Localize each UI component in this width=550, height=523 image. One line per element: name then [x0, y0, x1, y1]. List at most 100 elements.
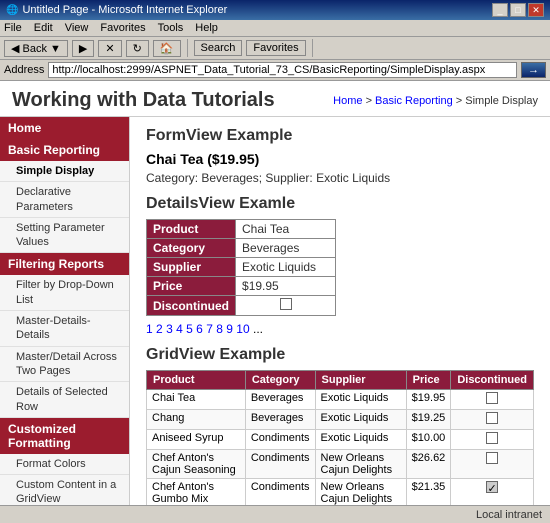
sidebar-item-setting-parameter-values[interactable]: Setting Parameter Values	[0, 218, 129, 254]
details-label-product: Product	[147, 220, 236, 239]
go-button[interactable]: →	[521, 62, 546, 78]
page-4[interactable]: 4	[176, 322, 183, 336]
sidebar-item-declarative-parameters[interactable]: Declarative Parameters	[0, 182, 129, 218]
sidebar-section-basic-reporting[interactable]: Basic Reporting	[0, 139, 129, 161]
page-1[interactable]: 1	[146, 322, 153, 336]
table-row: Price $19.95	[147, 277, 336, 296]
grid-cell-price: $19.95	[406, 390, 451, 410]
grid-cell-discontinued: ✓	[451, 479, 534, 506]
details-value-supplier: Exotic Liquids	[236, 258, 336, 277]
page-8[interactable]: 8	[216, 322, 223, 336]
sidebar-item-master-detail-two-pages[interactable]: Master/Detail Across Two Pages	[0, 347, 129, 383]
grid-cell-product: Chang	[147, 410, 246, 430]
title-bar: 🌐 Untitled Page - Microsoft Internet Exp…	[0, 0, 550, 20]
sidebar-item-custom-content-gridview[interactable]: Custom Content in a GridView	[0, 475, 129, 505]
grid-col-product: Product	[147, 371, 246, 390]
menu-file[interactable]: File	[4, 22, 22, 34]
page-9[interactable]: 9	[226, 322, 233, 336]
sidebar-section-customized-formatting[interactable]: Customized Formatting	[0, 418, 129, 454]
content-area: FormView Example Chai Tea ($19.95) Categ…	[130, 117, 550, 505]
table-row: Chef Anton's Gumbo Mix Condiments New Or…	[147, 479, 534, 506]
sidebar-section-home[interactable]: Home	[0, 117, 129, 139]
home-button[interactable]: 🏠	[153, 40, 181, 57]
grid-cell-category: Condiments	[245, 450, 315, 479]
grid-checkbox-checked: ✓	[486, 481, 498, 493]
grid-cell-discontinued	[451, 390, 534, 410]
sidebar-item-format-colors[interactable]: Format Colors	[0, 454, 129, 475]
grid-cell-supplier: Exotic Liquids	[315, 410, 406, 430]
page-7[interactable]: 7	[206, 322, 213, 336]
grid-checkbox	[486, 392, 498, 404]
grid-col-supplier: Supplier	[315, 371, 406, 390]
maximize-button[interactable]: □	[510, 3, 526, 17]
table-row: Chai Tea Beverages Exotic Liquids $19.95	[147, 390, 534, 410]
grid-cell-category: Beverages	[245, 390, 315, 410]
details-label-category: Category	[147, 239, 236, 258]
grid-cell-category: Condiments	[245, 430, 315, 450]
grid-cell-product: Aniseed Syrup	[147, 430, 246, 450]
menu-view[interactable]: View	[65, 22, 89, 34]
back-button[interactable]: ◀ Back ▼	[4, 40, 68, 57]
sidebar-section-filtering-reports[interactable]: Filtering Reports	[0, 253, 129, 275]
sidebar-item-filter-dropdown[interactable]: Filter by Drop-Down List	[0, 275, 129, 311]
grid-cell-category: Condiments	[245, 479, 315, 506]
pagination-ellipsis: ...	[253, 322, 263, 336]
sidebar-item-master-details[interactable]: Master-Details-Details	[0, 311, 129, 347]
menu-favorites[interactable]: Favorites	[100, 22, 145, 34]
page-2[interactable]: 2	[156, 322, 163, 336]
page-5[interactable]: 5	[186, 322, 193, 336]
sidebar-item-simple-display[interactable]: Simple Display	[0, 161, 129, 182]
forward-button[interactable]: ▶	[72, 40, 94, 57]
grid-checkbox	[486, 412, 498, 424]
grid-cell-price: $19.25	[406, 410, 451, 430]
details-value-product: Chai Tea	[236, 220, 336, 239]
grid-cell-category: Beverages	[245, 410, 315, 430]
favorites-button[interactable]: Favorites	[246, 40, 305, 56]
page-6[interactable]: 6	[196, 322, 203, 336]
toolbar: ◀ Back ▼ ▶ ✕ ↻ 🏠 Search Favorites	[0, 37, 550, 60]
title-bar-controls[interactable]: _ □ ✕	[492, 3, 544, 17]
grid-cell-discontinued	[451, 410, 534, 430]
menu-tools[interactable]: Tools	[158, 22, 184, 34]
stop-button[interactable]: ✕	[98, 40, 121, 57]
grid-cell-product: Chef Anton's Gumbo Mix	[147, 479, 246, 506]
minimize-button[interactable]: _	[492, 3, 508, 17]
breadcrumb-home[interactable]: Home	[333, 95, 362, 107]
refresh-button[interactable]: ↻	[126, 40, 149, 57]
menu-help[interactable]: Help	[195, 22, 218, 34]
breadcrumb: Home > Basic Reporting > Simple Display	[333, 95, 538, 107]
close-button[interactable]: ✕	[528, 3, 544, 17]
grid-col-price: Price	[406, 371, 451, 390]
table-row: Chang Beverages Exotic Liquids $19.25	[147, 410, 534, 430]
formview-product-info: Category: Beverages; Supplier: Exotic Li…	[146, 171, 534, 185]
page-3[interactable]: 3	[166, 322, 173, 336]
formview-title: FormView Example	[146, 127, 534, 145]
details-label-price: Price	[147, 277, 236, 296]
details-value-price: $19.95	[236, 277, 336, 296]
details-value-category: Beverages	[236, 239, 336, 258]
grid-cell-price: $10.00	[406, 430, 451, 450]
page-10[interactable]: 10	[236, 322, 249, 336]
title-bar-left: 🌐 Untitled Page - Microsoft Internet Exp…	[6, 4, 227, 16]
table-row: Chef Anton's Cajun Seasoning Condiments …	[147, 450, 534, 479]
address-input[interactable]	[48, 62, 517, 78]
grid-cell-supplier: New Orleans Cajun Delights	[315, 450, 406, 479]
sidebar-item-details-selected-row[interactable]: Details of Selected Row	[0, 382, 129, 418]
breadcrumb-section[interactable]: Basic Reporting	[375, 95, 453, 107]
status-bar: Local intranet	[0, 505, 550, 523]
table-row: Supplier Exotic Liquids	[147, 258, 336, 277]
table-row: Discontinued	[147, 296, 336, 316]
table-row: Aniseed Syrup Condiments Exotic Liquids …	[147, 430, 534, 450]
address-label: Address	[4, 64, 44, 76]
page-header: Working with Data Tutorials Home > Basic…	[0, 81, 550, 117]
separator2	[312, 39, 313, 57]
grid-cell-discontinued	[451, 450, 534, 479]
menu-edit[interactable]: Edit	[34, 22, 53, 34]
search-button[interactable]: Search	[194, 40, 243, 56]
gridview-title: GridView Example	[146, 346, 534, 364]
table-row: Product Chai Tea	[147, 220, 336, 239]
details-table: Product Chai Tea Category Beverages Supp…	[146, 219, 336, 316]
menu-bar: File Edit View Favorites Tools Help	[0, 20, 550, 37]
grid-cell-supplier: New Orleans Cajun Delights	[315, 479, 406, 506]
main-content: Home Basic Reporting Simple Display Decl…	[0, 117, 550, 505]
